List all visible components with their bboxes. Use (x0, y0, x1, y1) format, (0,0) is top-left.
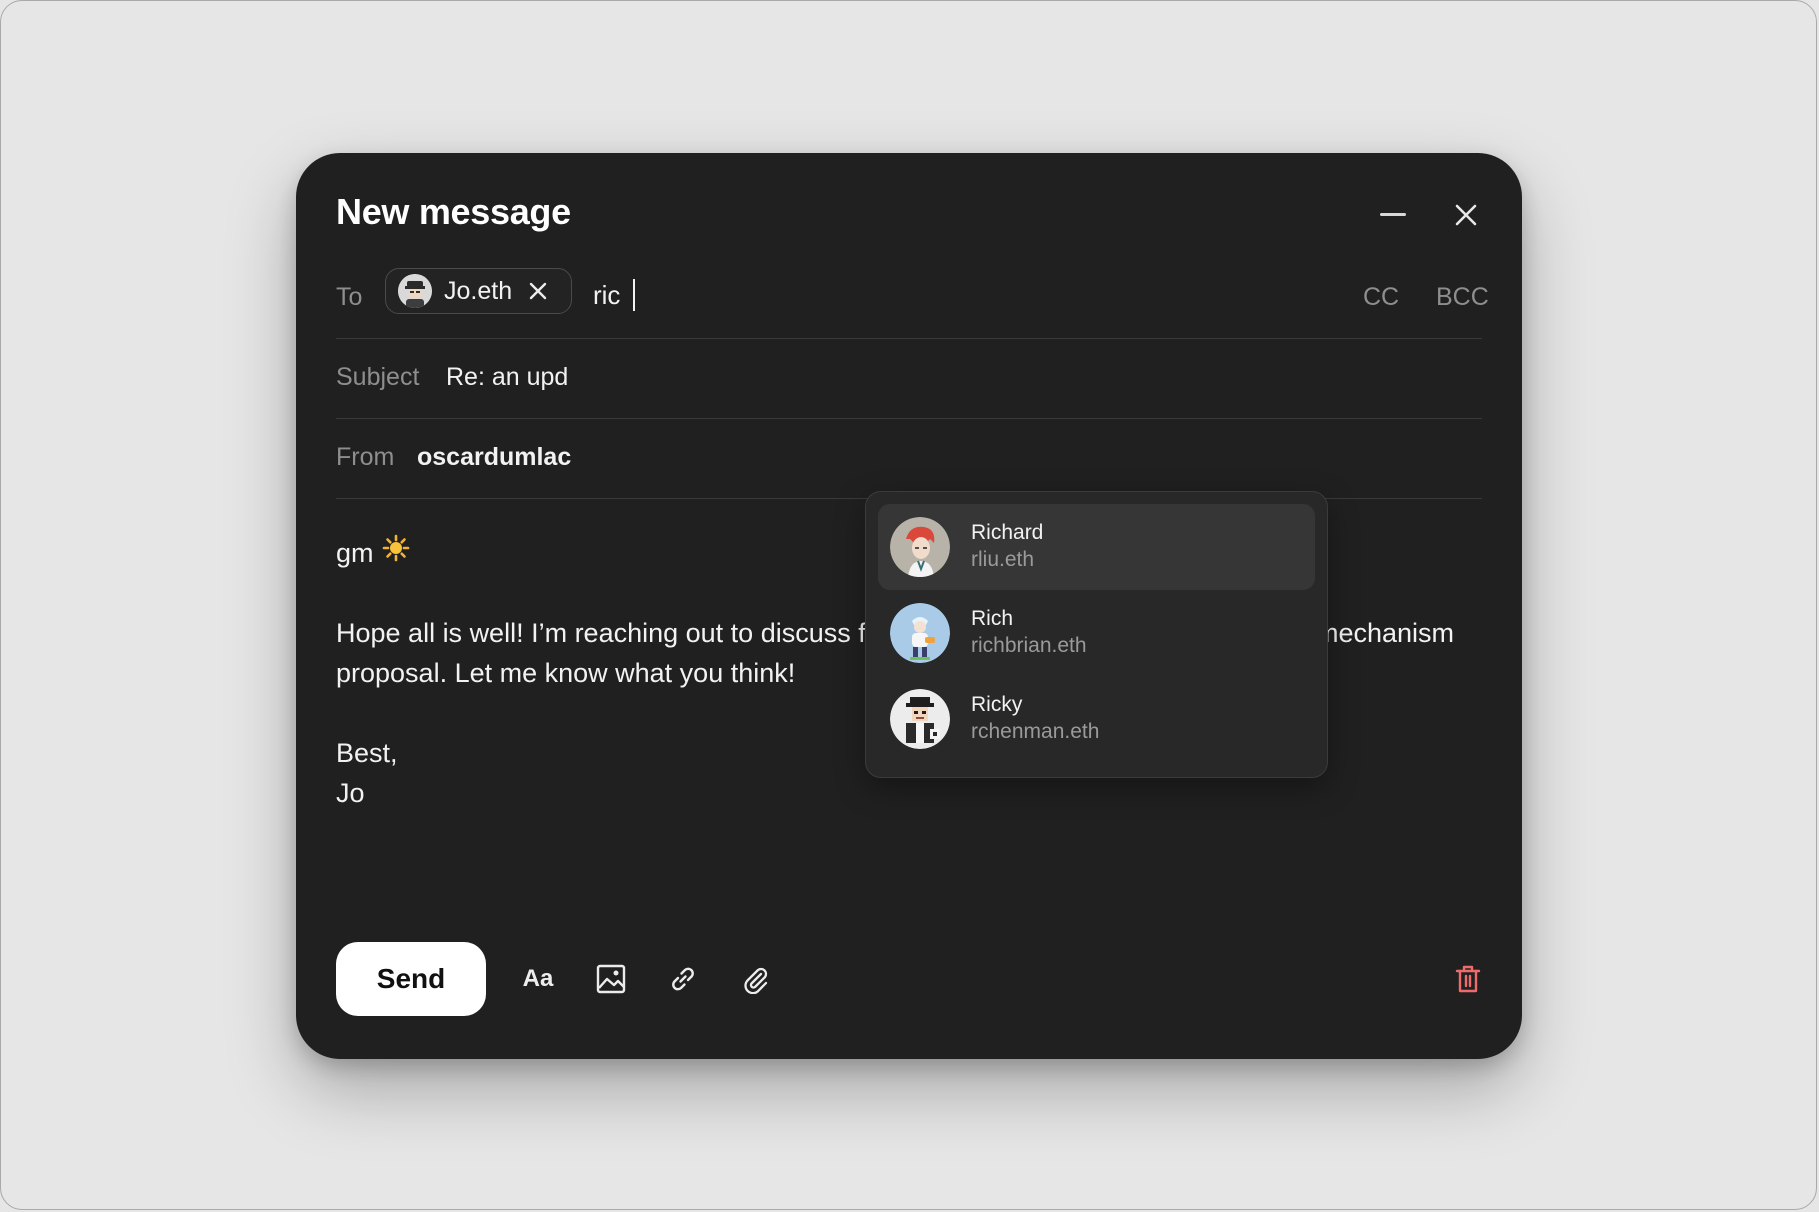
subject-label: Subject (336, 363, 420, 391)
compose-toolbar: Send Aa (336, 942, 1482, 1016)
suggestion-item[interactable]: Richard rliu.eth (878, 504, 1315, 590)
avatar (890, 517, 950, 577)
minimize-icon (1380, 213, 1406, 216)
from-label: From (336, 443, 395, 471)
attach-file-button[interactable] (735, 959, 775, 999)
insert-link-button[interactable] (663, 959, 703, 999)
suggestion-item[interactable]: Ricky rchenman.eth (878, 676, 1315, 762)
suggestion-name: Rich (971, 607, 1014, 630)
close-icon (1455, 204, 1477, 226)
close-icon (529, 282, 547, 300)
to-row: To Jo.eth CC B (336, 259, 1489, 339)
avatar (890, 689, 950, 749)
remove-recipient-button[interactable] (526, 279, 550, 303)
recipient-label: Jo.eth (444, 276, 513, 305)
cc-button[interactable]: CC (1363, 283, 1399, 312)
suggestion-name: Ricky (971, 693, 1023, 716)
subject-input[interactable]: Re: an upd (446, 363, 576, 392)
image-icon (596, 964, 626, 994)
sun-emoji-icon (382, 533, 410, 573)
compose-title: New message (336, 191, 571, 232)
bcc-button[interactable]: BCC (1436, 283, 1489, 312)
format-text-button[interactable]: Aa (518, 959, 558, 999)
suggestion-name: Richard (971, 521, 1044, 544)
close-button[interactable] (1446, 195, 1486, 235)
trash-icon (1455, 965, 1481, 993)
paperclip-icon (744, 967, 768, 994)
text-caret (633, 279, 635, 311)
compose-window: New message To Jo.eth ric CC BCC Subject… (296, 153, 1522, 1059)
avatar (398, 274, 432, 308)
subject-row: Subject Re: an upd (336, 339, 1482, 419)
avatar (890, 603, 950, 663)
suggestion-handle: rliu.eth (971, 548, 1035, 571)
link-icon (672, 967, 694, 991)
to-input[interactable] (593, 279, 1093, 311)
suggestion-handle: richbrian.eth (971, 634, 1087, 657)
suggestion-item[interactable]: Rich richbrian.eth (878, 590, 1315, 676)
greeting-text: gm (336, 538, 374, 568)
send-button[interactable]: Send (336, 942, 486, 1016)
from-value[interactable]: oscardumlac (417, 443, 577, 472)
suggestion-handle: rchenman.eth (971, 720, 1100, 743)
recipient-chip[interactable]: Jo.eth (385, 268, 572, 314)
from-row: From oscardumlac (336, 419, 1482, 499)
insert-image-button[interactable] (591, 959, 631, 999)
minimize-button[interactable] (1373, 195, 1413, 235)
signature-text: Jo (336, 778, 365, 808)
discard-draft-button[interactable] (1448, 959, 1488, 999)
recipient-suggestions: Richard rliu.eth Rich richbrian.eth Rick… (865, 491, 1328, 778)
to-label: To (336, 283, 363, 311)
